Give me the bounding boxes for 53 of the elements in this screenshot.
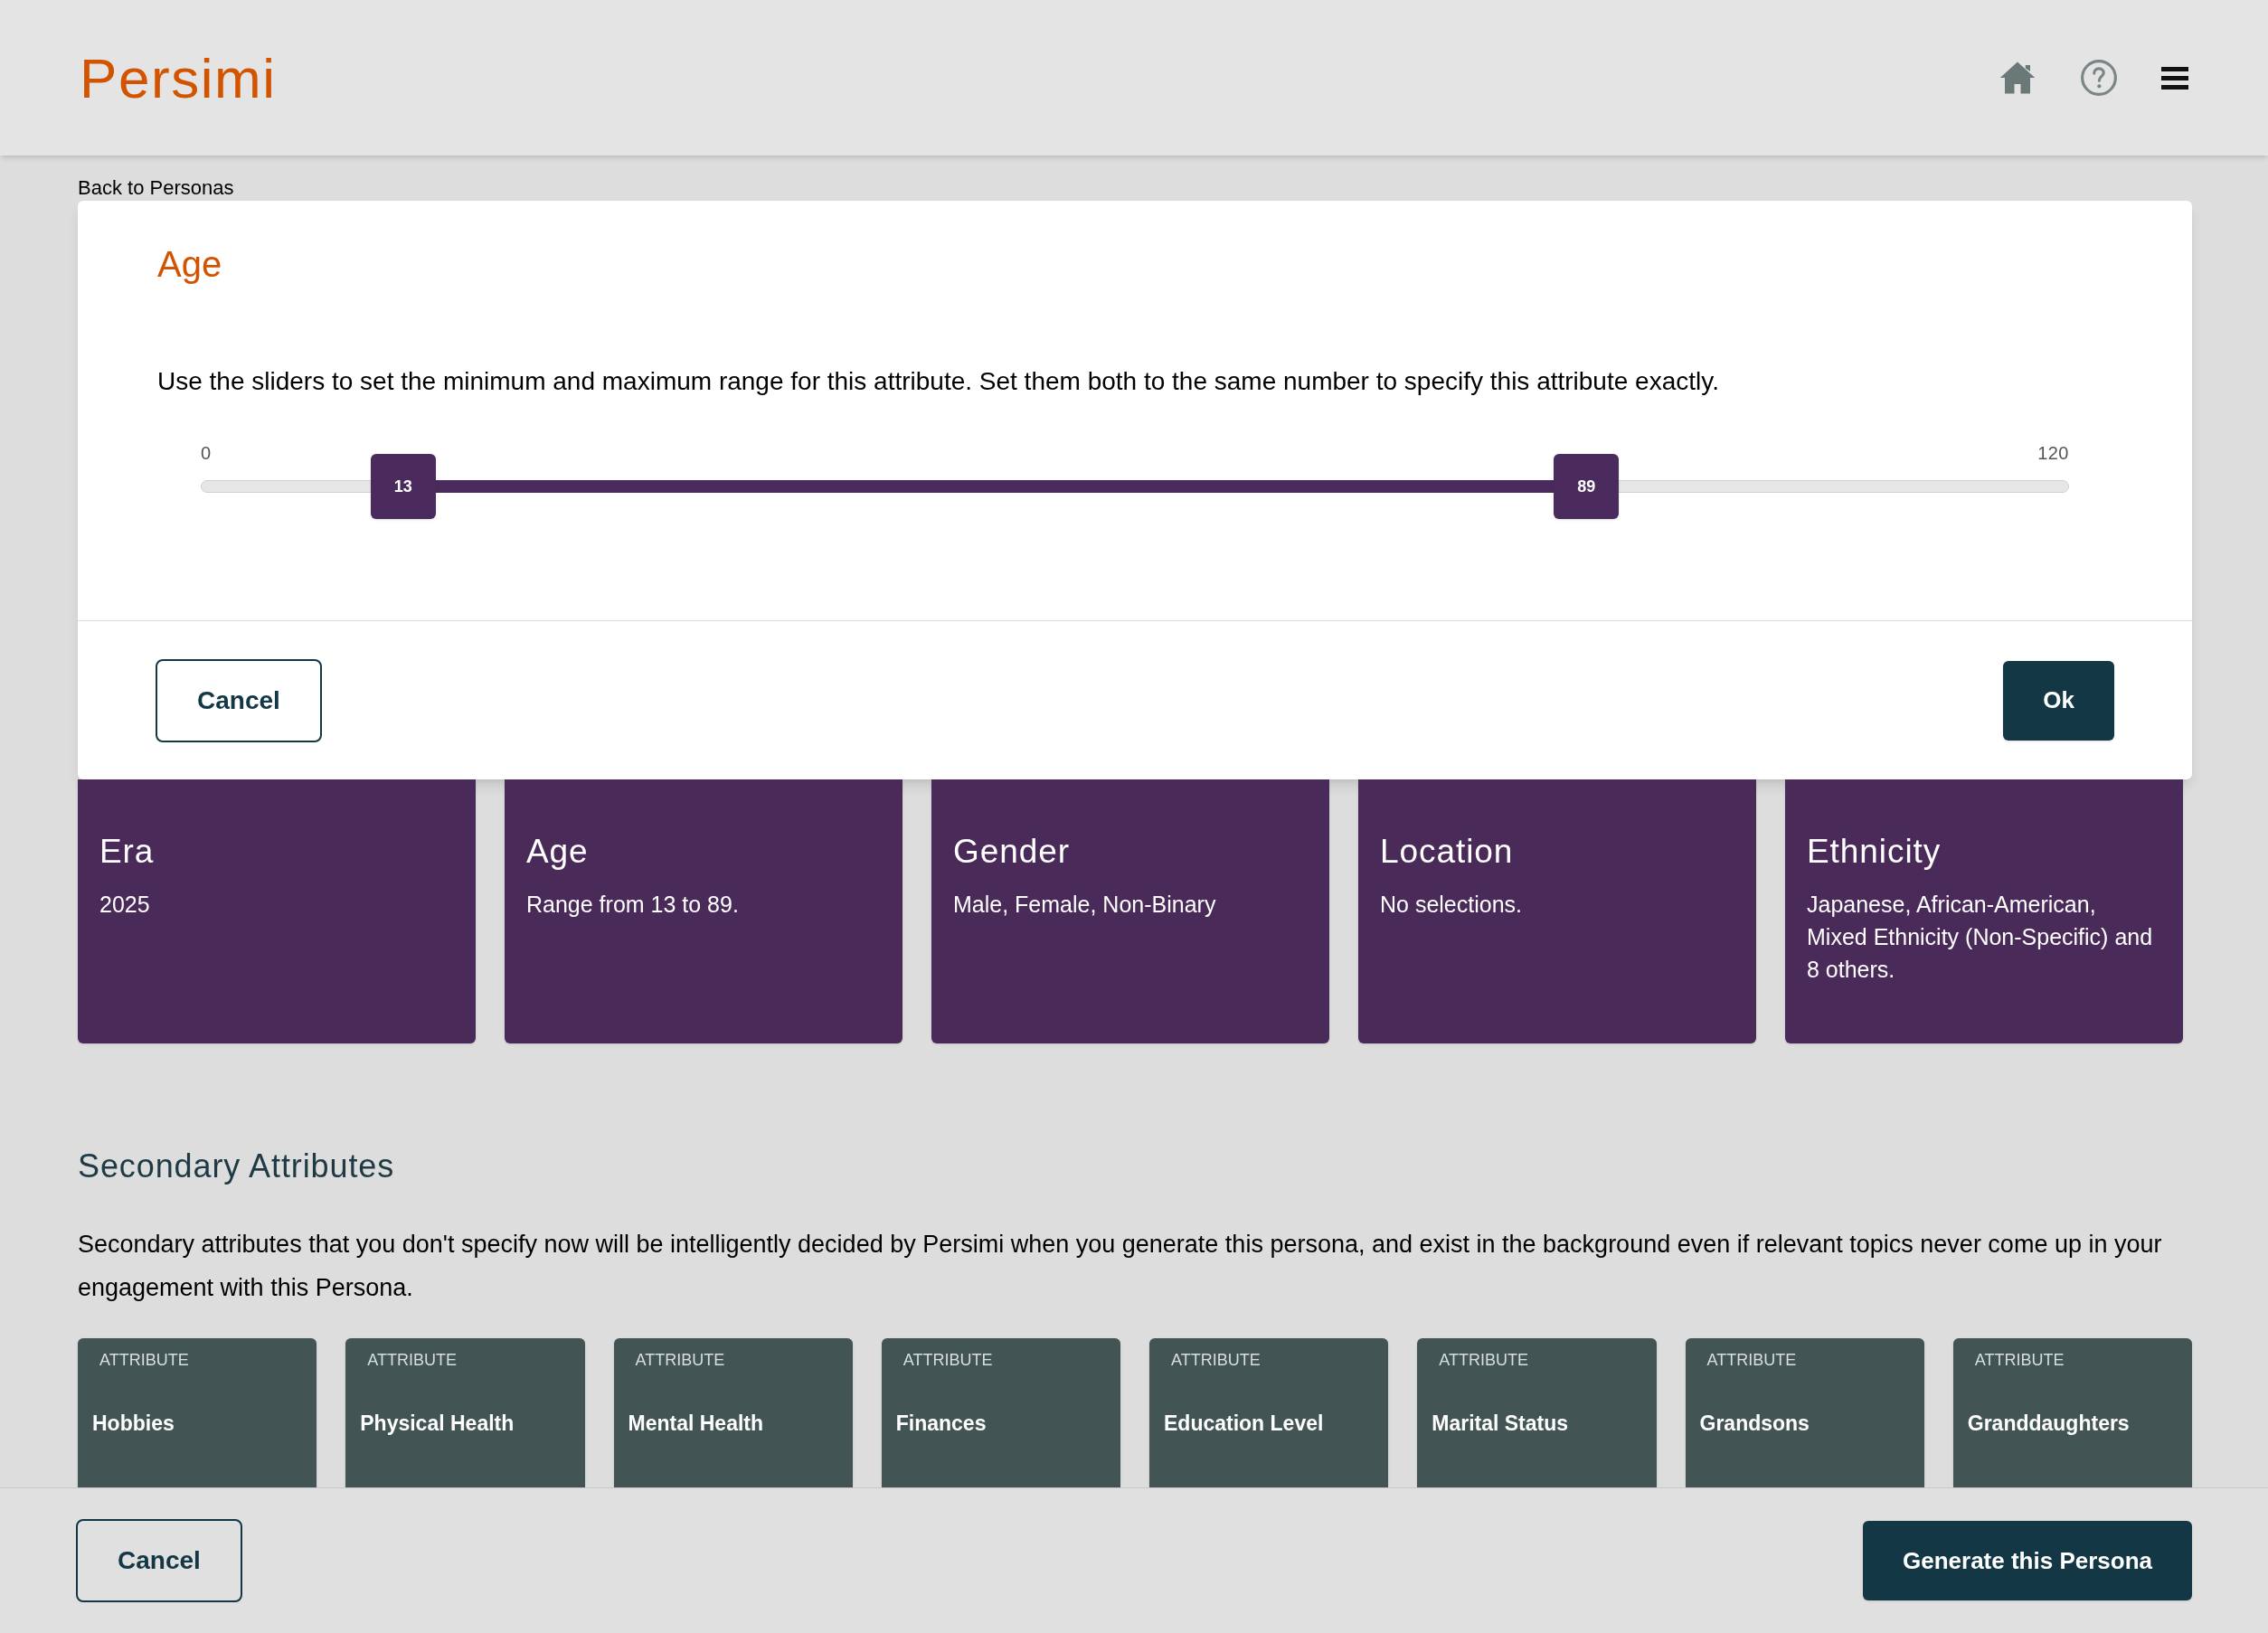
card-value: Male, Female, Non-Binary xyxy=(953,891,1217,919)
back-link[interactable]: Back to Personas xyxy=(78,175,2190,201)
card-title: Location xyxy=(1380,832,1515,872)
tile-caption: ATTRIBUTE xyxy=(634,1350,726,1371)
attribute-tile[interactable]: ATTRIBUTE Physical Health xyxy=(345,1338,585,1487)
tile-name: Granddaughters xyxy=(1967,1411,2131,1437)
tile-caption: ATTRIBUTE xyxy=(99,1350,190,1371)
slider-handle[interactable]: 89 xyxy=(1554,454,1620,519)
card-value: No selections. xyxy=(1380,891,1524,919)
cancel-button[interactable]: Cancel xyxy=(76,1519,242,1602)
tile-name: Hobbies xyxy=(92,1411,175,1437)
attribute-card[interactable]: Location No selections. xyxy=(1358,779,1756,1043)
tile-name: Grandsons xyxy=(1699,1411,1810,1437)
tile-caption: ATTRIBUTE xyxy=(1170,1350,1262,1371)
tile-name: Marital Status xyxy=(1432,1411,1570,1437)
section-heading: Secondary Attributes xyxy=(78,1147,396,1186)
tile-name: Finances xyxy=(895,1411,988,1437)
tile-name: Physical Health xyxy=(360,1411,515,1437)
attribute-tile[interactable]: ATTRIBUTE Granddaughters xyxy=(1952,1338,2192,1487)
card-title: Age xyxy=(526,832,590,872)
attribute-card[interactable]: Age Range from 13 to 89. xyxy=(505,779,902,1043)
tile-caption: ATTRIBUTE xyxy=(1973,1350,2065,1371)
attribute-card[interactable]: Ethnicity Japanese, African-American, Mixed Ethnicity (Non-Specific) and 8 others. xyxy=(1785,779,2183,1043)
card-title: Era xyxy=(99,832,156,872)
section-description: Secondary attributes that you don't specify now will be intelligently decided by Persimi when you generate this persona, and exist in the background even if relevant topics never come up in your engagement with this Persona. xyxy=(78,1230,2163,1303)
tile-name: Education Level xyxy=(1164,1411,1325,1437)
menu-icon[interactable] xyxy=(2161,66,2188,90)
attribute-tile[interactable]: ATTRIBUTE Education Level xyxy=(1149,1338,1389,1487)
card-title: Ethnicity xyxy=(1807,832,1942,872)
attribute-card[interactable]: Gender Male, Female, Non-Binary xyxy=(931,779,1329,1043)
home-icon[interactable] xyxy=(1999,60,2036,96)
attribute-tile[interactable]: ATTRIBUTE Finances xyxy=(881,1338,1120,1487)
attribute-tile[interactable]: ATTRIBUTE Grandsons xyxy=(1685,1338,1924,1487)
tile-caption: ATTRIBUTE xyxy=(902,1350,994,1371)
primary-button[interactable]: Generate this Persona xyxy=(1863,1521,2192,1600)
card-value: Range from 13 to 89. xyxy=(526,891,740,919)
help-icon[interactable] xyxy=(2080,59,2118,97)
slider-handle[interactable]: 13 xyxy=(370,454,436,519)
primary-button[interactable]: Ok xyxy=(2003,660,2114,741)
attribute-card[interactable]: Era 2025 xyxy=(78,779,476,1043)
attribute-tile[interactable]: ATTRIBUTE Hobbies xyxy=(78,1338,317,1487)
attribute-tile[interactable]: ATTRIBUTE Marital Status xyxy=(1417,1338,1657,1487)
modal-title: Age xyxy=(157,243,223,286)
modal-description: Use the sliders to set the minimum and maximum range for this attribute. Set them both to the same number to specify this attribute exactly. xyxy=(157,366,1720,397)
attribute-tile[interactable]: ATTRIBUTE Mental Health xyxy=(613,1338,853,1487)
tile-caption: ATTRIBUTE xyxy=(366,1350,458,1371)
tile-caption: ATTRIBUTE xyxy=(1438,1350,1529,1371)
card-title: Gender xyxy=(953,832,1071,872)
card-value: Japanese, African-American, Mixed Ethnicity (Non-Specific) and 8 others. xyxy=(1807,891,2154,984)
cancel-button[interactable]: Cancel xyxy=(156,658,322,742)
card-value: 2025 xyxy=(99,891,151,919)
tile-caption: ATTRIBUTE xyxy=(1706,1350,1798,1371)
tile-name: Mental Health xyxy=(628,1411,765,1437)
